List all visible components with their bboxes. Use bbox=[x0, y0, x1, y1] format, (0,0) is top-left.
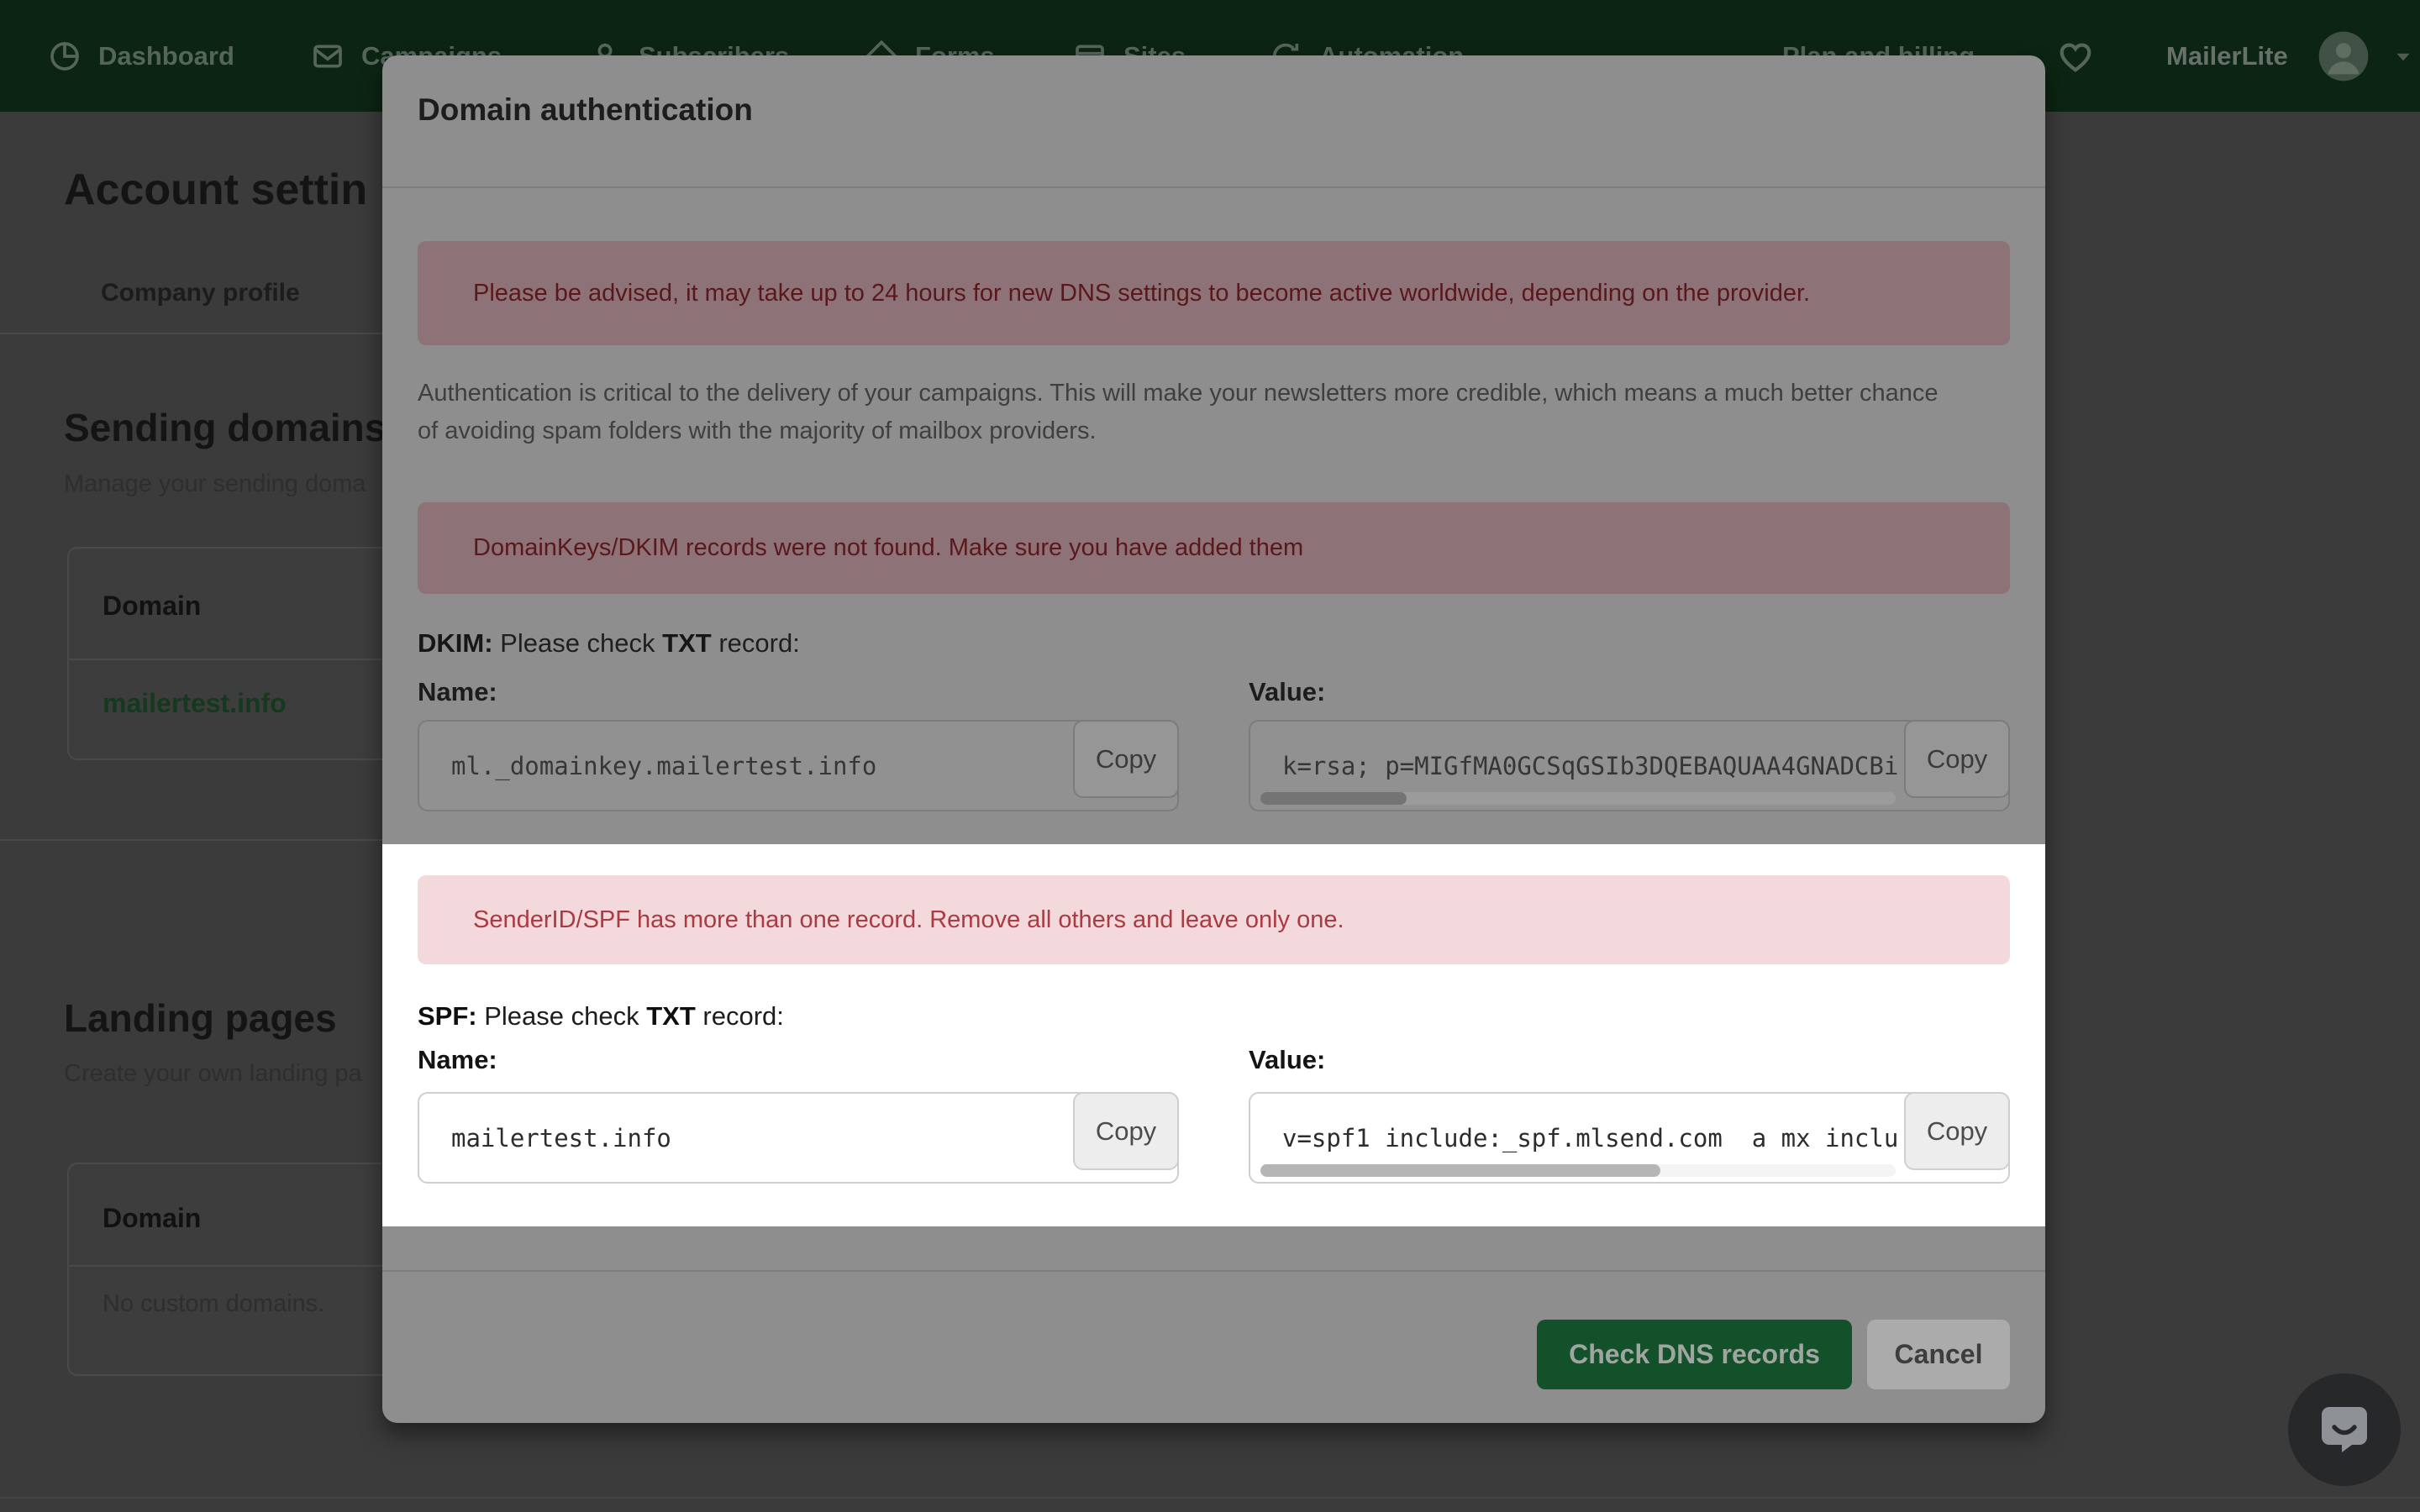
sending-domains-title: Sending domains bbox=[64, 406, 387, 449]
modal-footer-divider bbox=[382, 1270, 2045, 1272]
copy-spf-name-button[interactable]: Copy bbox=[1073, 1092, 1179, 1170]
avatar bbox=[2318, 31, 2369, 81]
spf-error-text: SenderID/SPF has more than one record. R… bbox=[473, 906, 1344, 933]
bottom-divider bbox=[0, 1497, 2420, 1499]
screen: Dashboard Campaigns Subscribers Forms Si… bbox=[0, 0, 2420, 1512]
sending-domain-link[interactable]: mailertest.info bbox=[103, 688, 287, 719]
spf-name-field[interactable]: mailertest.info Copy bbox=[418, 1092, 1179, 1184]
chevron-down-icon bbox=[2396, 53, 2410, 60]
chat-bubble-icon bbox=[2322, 1407, 2367, 1452]
heart-icon bbox=[2060, 42, 2091, 72]
tab-bar-divider bbox=[0, 333, 382, 334]
cancel-button[interactable]: Cancel bbox=[1867, 1320, 2010, 1389]
nav-label: Dashboard bbox=[98, 40, 234, 71]
empty-table-text: No custom domains. bbox=[103, 1290, 325, 1317]
account-menu[interactable]: MailerLite bbox=[2166, 0, 2414, 112]
check-dns-records-button[interactable]: Check DNS records bbox=[1537, 1320, 1852, 1389]
dns-propagation-notice: Please be advised, it may take up to 24 … bbox=[418, 241, 2010, 345]
spf-name-value[interactable]: mailertest.info bbox=[451, 1094, 1068, 1182]
sending-domains-subtitle: Manage your sending doma bbox=[64, 470, 366, 497]
scrollbar-thumb[interactable] bbox=[1260, 792, 1407, 805]
column-header-domain: Domain bbox=[103, 591, 202, 621]
campaigns-icon bbox=[313, 45, 342, 67]
authentication-description: Authentication is critical to the delive… bbox=[418, 380, 1939, 444]
scrollbar-thumb[interactable] bbox=[1260, 1164, 1661, 1177]
spf-value-field[interactable]: v=spf1 include:_spf.mlsend.com a mx incl… bbox=[1249, 1092, 2010, 1184]
landing-pages-title: Landing pages bbox=[64, 996, 337, 1040]
notice-text: Please be advised, it may take up to 24 … bbox=[473, 279, 1811, 307]
spf-name-label: Name: bbox=[418, 1045, 497, 1074]
copy-dkim-name-button[interactable]: Copy bbox=[1073, 720, 1179, 798]
dkim-record-heading: DKIM: Please check TXT record: bbox=[418, 628, 800, 658]
dkim-value-scrollbar bbox=[1260, 792, 1896, 805]
dkim-name-value[interactable]: ml._domainkey.mailertest.info bbox=[451, 722, 1068, 810]
dkim-value-label: Value: bbox=[1249, 677, 1326, 706]
domain-authentication-modal: Domain authentication Please be advised,… bbox=[382, 55, 2045, 1423]
chat-launcher[interactable] bbox=[2288, 1373, 2401, 1486]
spf-value-label: Value: bbox=[1249, 1045, 1326, 1074]
dkim-value-field[interactable]: k=rsa; p=MIGfMA0GCSqGSIb3DQEBAQUAA4GNADC… bbox=[1249, 720, 2010, 811]
dkim-name-field[interactable]: ml._domainkey.mailertest.info Copy bbox=[418, 720, 1179, 811]
copy-spf-value-button[interactable]: Copy bbox=[1904, 1092, 2010, 1170]
modal-title: Domain authentication bbox=[418, 92, 753, 127]
modal-header-divider bbox=[382, 186, 2045, 188]
tab-company-profile[interactable]: Company profile bbox=[101, 279, 300, 307]
spf-error-alert: SenderID/SPF has more than one record. R… bbox=[418, 875, 2010, 964]
dkim-error-alert: DomainKeys/DKIM records were not found. … bbox=[418, 502, 2010, 594]
dkim-name-label: Name: bbox=[418, 677, 497, 706]
dashboard-icon bbox=[50, 41, 79, 71]
brand-label: MailerLite bbox=[2166, 40, 2288, 71]
landing-pages-subtitle: Create your own landing pa bbox=[64, 1060, 362, 1087]
section-divider bbox=[0, 839, 382, 841]
page-title: Account settin bbox=[64, 165, 368, 214]
dkim-error-text: DomainKeys/DKIM records were not found. … bbox=[473, 534, 1304, 561]
spf-record-heading: SPF: Please check TXT record: bbox=[418, 1001, 784, 1031]
favorites-button[interactable] bbox=[2056, 0, 2095, 112]
copy-dkim-value-button[interactable]: Copy bbox=[1904, 720, 2010, 798]
spf-value-scrollbar bbox=[1260, 1164, 1896, 1177]
nav-item-dashboard[interactable]: Dashboard bbox=[48, 0, 234, 112]
column-header-domain: Domain bbox=[103, 1203, 202, 1233]
